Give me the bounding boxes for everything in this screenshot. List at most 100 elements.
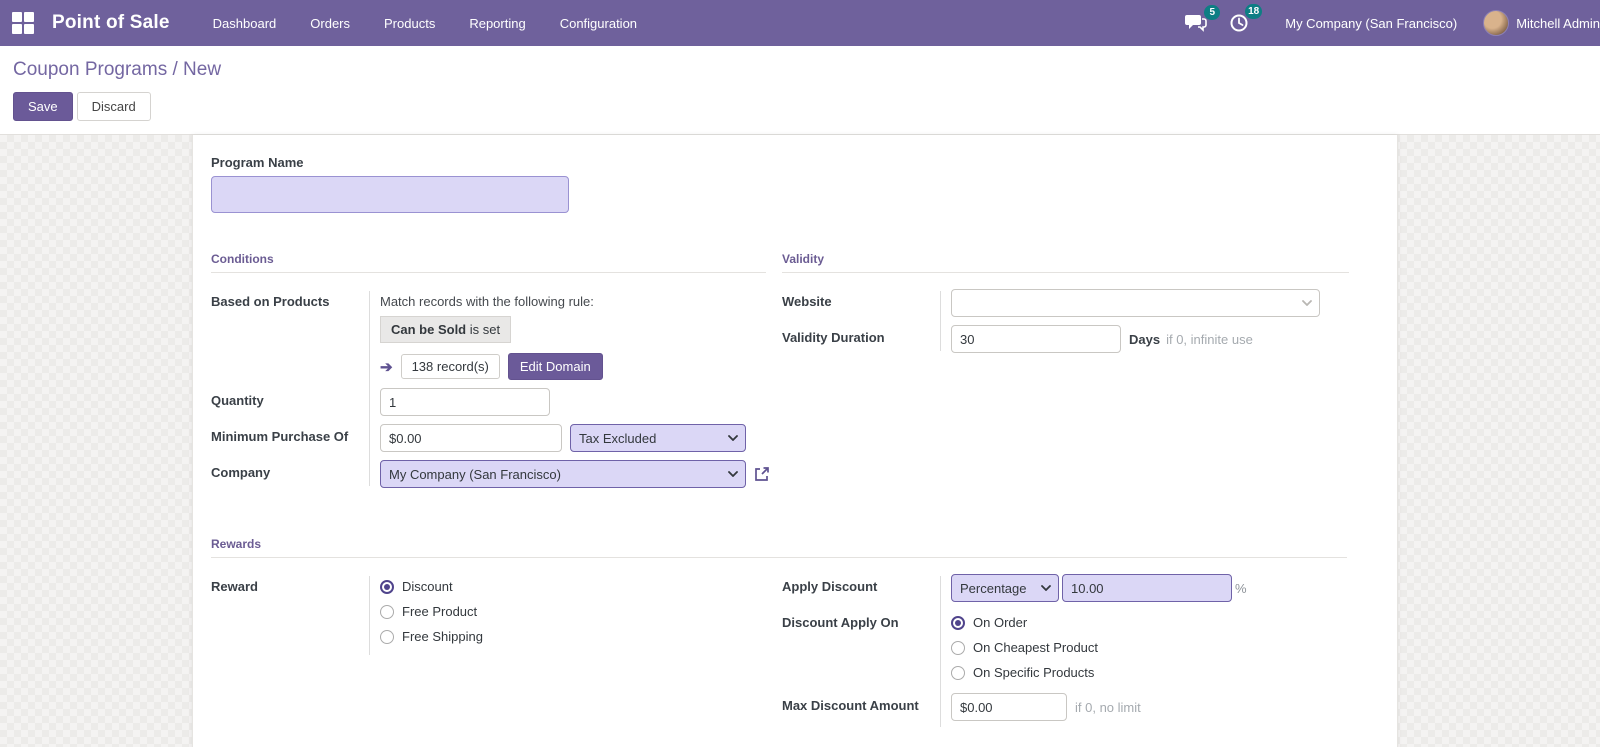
activities-icon[interactable]: 18 (1229, 4, 1263, 33)
domain-rule-text: Match records with the following rule: (380, 294, 594, 309)
apply-discount-row: Apply Discount Percentage % (782, 574, 1349, 602)
external-link-icon[interactable] (753, 466, 770, 483)
duration-hint: if 0, infinite use (1166, 331, 1253, 347)
save-button[interactable]: Save (13, 92, 73, 121)
apply-on-option-label: On Cheapest Product (973, 640, 1099, 655)
radio-icon (380, 604, 394, 619)
discount-type-select[interactable]: Percentage (951, 574, 1059, 602)
rewards-title: Rewards (211, 537, 1347, 558)
validity-duration-input[interactable] (951, 325, 1121, 353)
user-menu[interactable]: Mitchell Admin (1483, 10, 1600, 36)
days-unit-label: Days (1129, 331, 1161, 347)
apply-discount-label: Apply Discount (782, 579, 878, 594)
activities-badge: 18 (1245, 4, 1263, 19)
validity-duration-row: Validity Duration Days if 0, infinite us… (782, 325, 1349, 353)
minimum-purchase-cell: Tax Excluded (369, 424, 766, 452)
menu-configuration[interactable]: Configuration (543, 0, 654, 46)
based-on-products-row: Based on Products Match records with the… (211, 289, 766, 380)
radio-icon (951, 665, 965, 680)
rewards-section: Rewards Reward Discount Free Product Fre… (211, 537, 1347, 729)
quantity-input[interactable] (380, 388, 550, 416)
website-select[interactable] (951, 289, 1320, 317)
messages-icon[interactable]: 5 (1185, 5, 1221, 32)
form-view-background: Program Name Conditions Based on Product… (0, 135, 1600, 747)
menu-dashboard[interactable]: Dashboard (196, 0, 294, 46)
reward-option-free-shipping[interactable]: Free Shipping (380, 624, 766, 649)
control-panel: Coupon Programs / New Save Discard (0, 46, 1600, 135)
reward-row: Reward Discount Free Product Free Shippi… (211, 574, 766, 649)
edit-domain-button[interactable]: Edit Domain (507, 353, 603, 380)
based-on-products-label: Based on Products (211, 294, 330, 309)
top-navbar: Point of Sale Dashboard Orders Products … (0, 0, 1600, 46)
max-discount-input[interactable] (951, 693, 1067, 721)
discount-percentage-input[interactable] (1062, 574, 1232, 602)
apply-on-option-label: On Specific Products (973, 665, 1095, 680)
website-cell (940, 289, 1349, 317)
menu-products[interactable]: Products (367, 0, 452, 46)
minimum-purchase-label: Minimum Purchase Of (211, 429, 349, 444)
reward-option-free-product[interactable]: Free Product (380, 599, 766, 624)
max-discount-row: Max Discount Amount if 0, no limit (782, 693, 1349, 721)
breadcrumb-parent[interactable]: Coupon Programs (13, 59, 167, 80)
chevron-down-icon (1302, 300, 1312, 306)
reward-rows: Reward Discount Free Product Free Shippi… (211, 574, 766, 657)
records-count-button[interactable]: 138 record(s) (400, 354, 500, 379)
apply-on-specific-option[interactable]: On Specific Products (951, 660, 1349, 685)
discard-button[interactable]: Discard (76, 92, 151, 121)
chevron-down-icon (728, 435, 738, 441)
apply-on-option-label: On Order (973, 615, 1028, 630)
apps-menu-icon[interactable] (0, 0, 46, 46)
radio-icon (951, 640, 965, 655)
user-avatar (1483, 10, 1510, 36)
program-name-input[interactable] (211, 176, 569, 213)
discount-apply-on-row: Discount Apply On On Order On Cheapest P… (782, 610, 1349, 685)
company-value: My Company (San Francisco) (389, 466, 561, 482)
app-brand[interactable]: Point of Sale (52, 12, 170, 34)
menu-reporting[interactable]: Reporting (452, 0, 542, 46)
radio-checked-icon (951, 615, 965, 630)
website-label: Website (782, 294, 832, 309)
user-name: Mitchell Admin (1516, 15, 1600, 31)
reward-option-label: Discount (402, 579, 453, 594)
website-row: Website (782, 289, 1349, 317)
reward-label: Reward (211, 579, 258, 594)
minimum-purchase-input[interactable] (380, 424, 562, 452)
company-select[interactable]: My Company (San Francisco) (380, 460, 746, 488)
arrow-right-icon: ➔ (380, 358, 393, 376)
quantity-row: Quantity (211, 388, 766, 416)
minimum-purchase-row: Minimum Purchase Of Tax Excluded (211, 424, 766, 452)
conditions-title: Conditions (211, 252, 766, 273)
apply-on-order-option[interactable]: On Order (951, 610, 1349, 635)
company-switcher[interactable]: My Company (San Francisco) (1285, 16, 1457, 31)
apply-on-cheapest-option[interactable]: On Cheapest Product (951, 635, 1349, 660)
main-menu: Dashboard Orders Products Reporting Conf… (196, 0, 654, 46)
grid-icon (12, 12, 34, 34)
radio-checked-icon (380, 579, 394, 594)
tax-mode-select[interactable]: Tax Excluded (570, 424, 746, 452)
discount-type-value: Percentage (960, 580, 1027, 596)
conditions-validity-columns: Conditions Based on Products Match recor… (211, 252, 1349, 496)
max-discount-cell: if 0, no limit (940, 693, 1349, 721)
reward-option-label: Free Product (402, 604, 478, 619)
conditions-rows: Based on Products Match records with the… (211, 289, 769, 488)
apply-discount-cell: Percentage % (940, 574, 1349, 602)
reward-option-discount[interactable]: Discount (380, 574, 766, 599)
domain-footer: ➔ 138 record(s) Edit Domain (380, 353, 766, 380)
conditions-section: Conditions Based on Products Match recor… (211, 252, 769, 496)
quantity-label: Quantity (211, 393, 264, 408)
messages-badge: 5 (1204, 5, 1221, 20)
chevron-down-icon (1041, 585, 1051, 591)
chevron-down-icon (728, 471, 738, 477)
form-sheet: Program Name Conditions Based on Product… (192, 135, 1398, 747)
validity-rows: Website Validity Duration 30 Days if 0, … (782, 289, 1349, 353)
domain-operator: is set (466, 322, 501, 337)
discount-rows: Apply Discount Percentage % (782, 574, 1349, 729)
speech-bubbles-icon (1185, 15, 1208, 32)
discount-apply-on-options: On Order On Cheapest Product On Specific… (940, 610, 1349, 685)
menu-orders[interactable]: Orders (293, 0, 367, 46)
program-name-label: Program Name (211, 155, 304, 170)
reward-options: Discount Free Product Free Shipping (369, 574, 766, 649)
rewards-columns: Reward Discount Free Product Free Shippi… (211, 574, 1347, 729)
max-discount-hint: if 0, no limit (1075, 699, 1141, 715)
max-discount-label: Max Discount Amount (782, 698, 919, 713)
